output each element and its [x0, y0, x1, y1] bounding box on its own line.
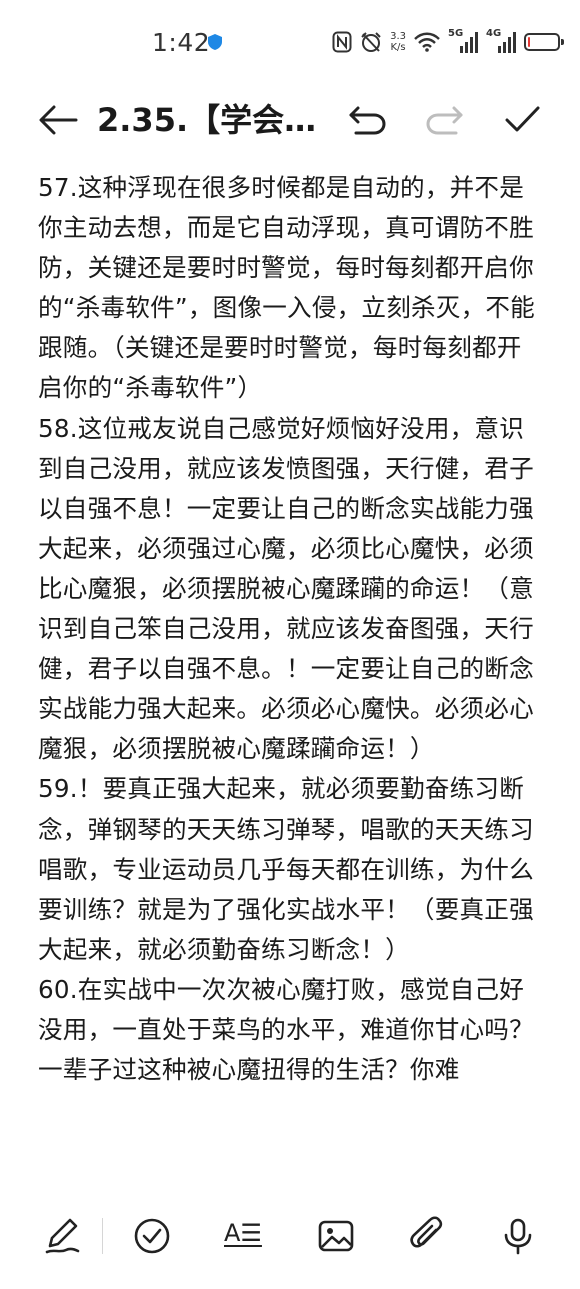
note-body[interactable]: 57.这种浮现在很多时候都是自动的，并不是你主动去想，而是它自动浮现，真可谓防不…	[38, 168, 544, 1180]
net-speed-unit: K/s	[390, 42, 406, 53]
toolbar-divider	[102, 1218, 103, 1254]
signal-4g: 4G	[486, 28, 516, 54]
net-speed-value: 3.3	[390, 31, 406, 42]
microphone-icon[interactable]	[498, 1216, 538, 1256]
wifi-icon	[414, 32, 440, 52]
signal-bars-icon	[460, 32, 478, 53]
content-fade	[0, 1150, 580, 1182]
nfc-icon	[332, 31, 352, 53]
undo-icon[interactable]	[346, 100, 390, 140]
paragraph[interactable]: 60.在实战中一次次被心魔打败，感觉自己好没用，一直处于菜鸟的水平，难道你甘心吗…	[38, 970, 544, 1090]
checkmark-icon[interactable]	[502, 100, 542, 140]
alarm-off-icon	[361, 32, 381, 52]
signal-bars-icon	[498, 32, 516, 53]
paragraph[interactable]: 58.这位戒友说自己感觉好烦恼好没用，意识到自己没用，就应该发愤图强，天行健，君…	[38, 409, 544, 770]
image-icon[interactable]	[316, 1216, 356, 1256]
signal-5g: 5G	[448, 28, 478, 54]
battery-level	[528, 37, 530, 47]
arrow-left-icon[interactable]	[36, 98, 80, 142]
paperclip-icon[interactable]	[408, 1216, 448, 1256]
note-title[interactable]: 2.35.【学会…	[97, 98, 316, 142]
editor-toolbar: 2.35.【学会…	[0, 88, 580, 154]
paragraph[interactable]: 59.！要真正强大起来，就必须要勤奋练习断念，弹钢琴的天天练习弹琴，唱歌的天天练…	[38, 769, 544, 969]
battery-icon	[524, 33, 564, 51]
status-icons: 3.3 K/s 5G 4G	[332, 26, 564, 58]
status-time: 1:42	[152, 28, 211, 57]
net-speed: 3.3 K/s	[390, 31, 406, 53]
check-circle-icon[interactable]	[132, 1216, 172, 1256]
shield-icon	[208, 34, 222, 50]
text-style-icon[interactable]: A☰	[224, 1218, 266, 1254]
status-bar: 1:42 3.3 K/s 5G 4G	[0, 0, 580, 88]
bottom-toolbar: A☰	[0, 1196, 580, 1280]
pen-icon[interactable]	[42, 1216, 82, 1256]
redo-icon[interactable]	[422, 100, 466, 140]
paragraph[interactable]: 57.这种浮现在很多时候都是自动的，并不是你主动去想，而是它自动浮现，真可谓防不…	[38, 168, 544, 409]
